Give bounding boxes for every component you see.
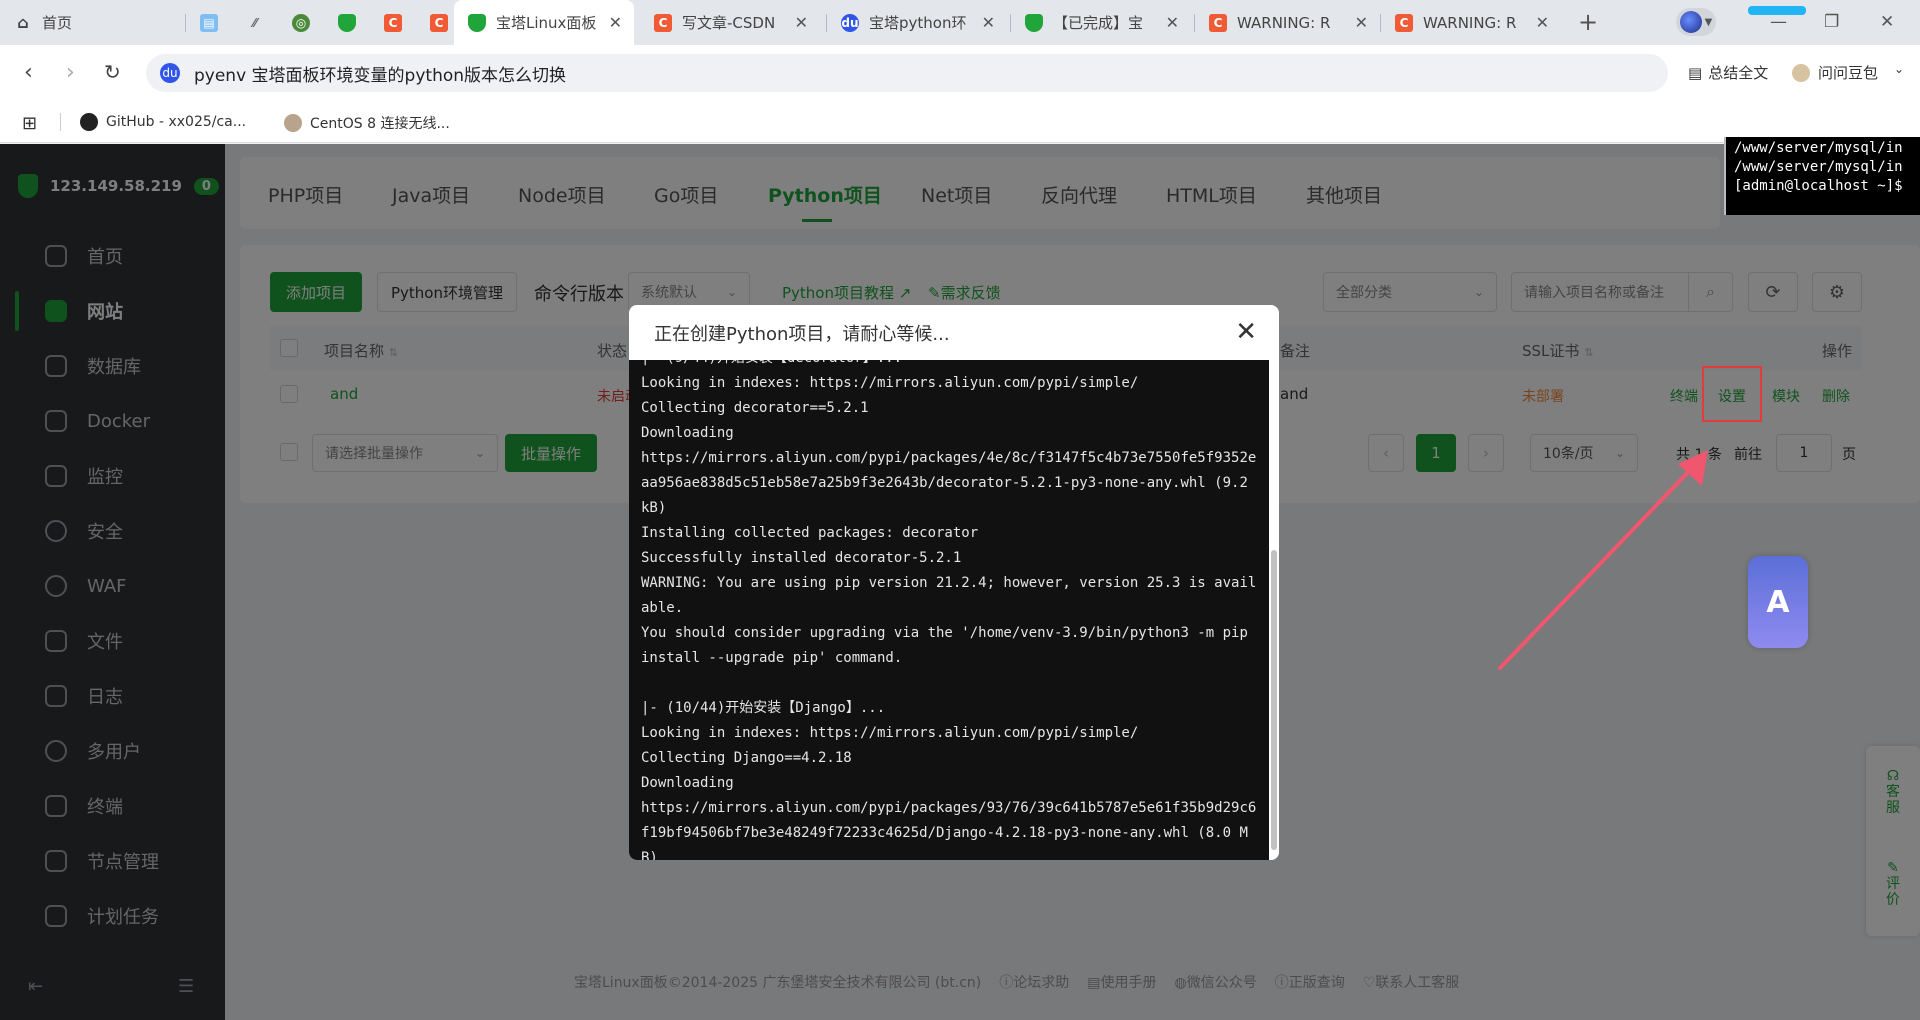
tab-bt-panel[interactable]: 宝塔Linux面板 ✕ [454,0,634,45]
summarize-button[interactable]: ▤ 总结全文 [1688,62,1768,83]
log-line: Collecting Django==4.2.18 [641,750,852,766]
log-line: |- (10/44)开始安装【Django】... [641,700,886,716]
log-line: Installing collected packages: decorator [641,525,979,541]
baidu-icon: du [160,63,180,83]
blog-avatar-icon [284,114,302,132]
app-icon-3: ◎ [292,13,310,32]
log-line: Looking in indexes: https://mirrors.aliy… [641,375,1139,391]
modal-header: 正在创建Python项目，请耐心等候... ✕ [629,305,1279,360]
csdn-icon: C [1209,13,1227,32]
baidu-icon: du [841,13,859,32]
log-line: Looking in indexes: https://mirrors.aliy… [641,725,1139,741]
app-icon-1: ▤ [200,13,218,32]
minimize-icon[interactable]: — [1770,12,1787,32]
avatar [1679,11,1702,33]
divider [60,113,61,131]
log-line: Downloading [641,425,734,441]
log-line: https://mirrors.aliyun.com/pypi/packages… [641,800,1257,860]
tab-close-icon[interactable]: ✕ [795,13,808,32]
tab-warning-1[interactable]: C WARNING: R ✕ [1195,0,1380,45]
log-line: |- (9/44)开始安装【decorator】... [641,360,1259,371]
tab-close-icon[interactable]: ✕ [1355,13,1368,32]
restore-icon[interactable]: ❐ [1824,12,1839,32]
create-project-modal: 正在创建Python项目，请耐心等候... ✕ |- (9/44)开始安装【de… [629,305,1279,860]
csdn-icon: C [1395,13,1413,32]
csdn-icon: C [430,13,448,32]
tab-close-icon[interactable]: ✕ [982,13,995,32]
tab-completed[interactable]: 【已完成】宝 ✕ [1011,0,1191,45]
install-log: |- (9/44)开始安装【decorator】... Looking in i… [629,360,1269,860]
app-icon-2: ⁄⁄ [252,15,257,30]
tab-pinned-4[interactable] [324,0,370,45]
tab-close-icon[interactable]: ✕ [609,13,622,32]
tab-home[interactable]: ⌂ 首页 [0,0,185,45]
chevron-down-icon: ▼ [1704,16,1713,28]
bookmarks-bar: ⊞ GitHub - xx025/ca... CentOS 8 连接无线... [0,101,1920,143]
document-icon: ▤ [1688,63,1703,82]
address-input[interactable]: du pyenv 宝塔面板环境变量的python版本怎么切换 [146,54,1668,92]
address-bar-row: ‹ › ↻ du pyenv 宝塔面板环境变量的python版本怎么切换 ▤ 总… [0,45,1920,101]
reload-icon[interactable]: ↻ [104,60,121,84]
tab-pinned-5[interactable]: C [370,0,416,45]
tab-pinned-3[interactable]: ◎ [278,0,324,45]
tab-warning-2[interactable]: C WARNING: R ✕ [1381,0,1561,45]
bt-shield-icon [468,13,486,32]
tab-baidu-search[interactable]: du 宝塔python环 ✕ [827,0,1007,45]
highlight-box [1702,366,1762,422]
terminal-window-snippet[interactable]: /www/server/mysql/in /www/server/mysql/i… [1724,137,1920,215]
doubao-icon [1792,63,1810,82]
log-line: WARNING: You are using pip version 21.2.… [641,575,1257,616]
csdn-icon: C [654,13,672,32]
browser-tab-bar: ⌂ 首页 ▤ ⁄⁄ ◎ C C 宝塔Linux面板 ✕ C 写文章-CSDN ✕… [0,0,1920,45]
github-icon [80,113,98,131]
log-line: Successfully installed decorator-5.2.1 [641,550,962,566]
ai-assistant-icon[interactable]: A [1748,556,1808,648]
tab-pinned-2[interactable]: ⁄⁄ [232,0,278,45]
new-tab-button[interactable]: + [1578,8,1598,36]
bookmark-centos[interactable]: CentOS 8 连接无线... [284,113,450,133]
log-line: You should consider upgrading via the '/… [641,625,1257,666]
tab-pinned-1[interactable]: ▤ [186,0,232,45]
home-icon: ⌂ [17,13,29,32]
bt-shield-icon [338,13,356,32]
tab-close-icon[interactable]: ✕ [1536,13,1549,32]
chevron-down-icon[interactable]: ⌄ [1894,62,1904,76]
log-line: Downloading [641,775,734,791]
tab-close-icon[interactable]: ✕ [1166,13,1179,32]
bookmark-github[interactable]: GitHub - xx025/ca... [80,113,246,131]
tab-csdn-write[interactable]: C 写文章-CSDN ✕ [640,0,820,45]
apps-grid-icon[interactable]: ⊞ [22,113,37,134]
forward-icon[interactable]: › [66,60,75,85]
log-line: https://mirrors.aliyun.com/pypi/packages… [641,450,1257,516]
close-window-icon[interactable]: ✕ [1880,12,1894,32]
bt-shield-icon [1025,13,1043,32]
profile-button[interactable]: ▼ [1676,8,1716,36]
modal-title: 正在创建Python项目，请耐心等候... [654,323,950,345]
close-icon[interactable]: ✕ [1235,317,1257,347]
log-line: Collecting decorator==5.2.1 [641,400,869,416]
log-scrollbar[interactable] [1269,360,1279,860]
back-icon[interactable]: ‹ [24,60,33,85]
ask-doubao-button[interactable]: 问问豆包 [1792,62,1878,83]
scrollbar-thumb[interactable] [1271,550,1277,850]
csdn-icon: C [384,13,402,32]
annotation-arrow [1498,450,1708,670]
